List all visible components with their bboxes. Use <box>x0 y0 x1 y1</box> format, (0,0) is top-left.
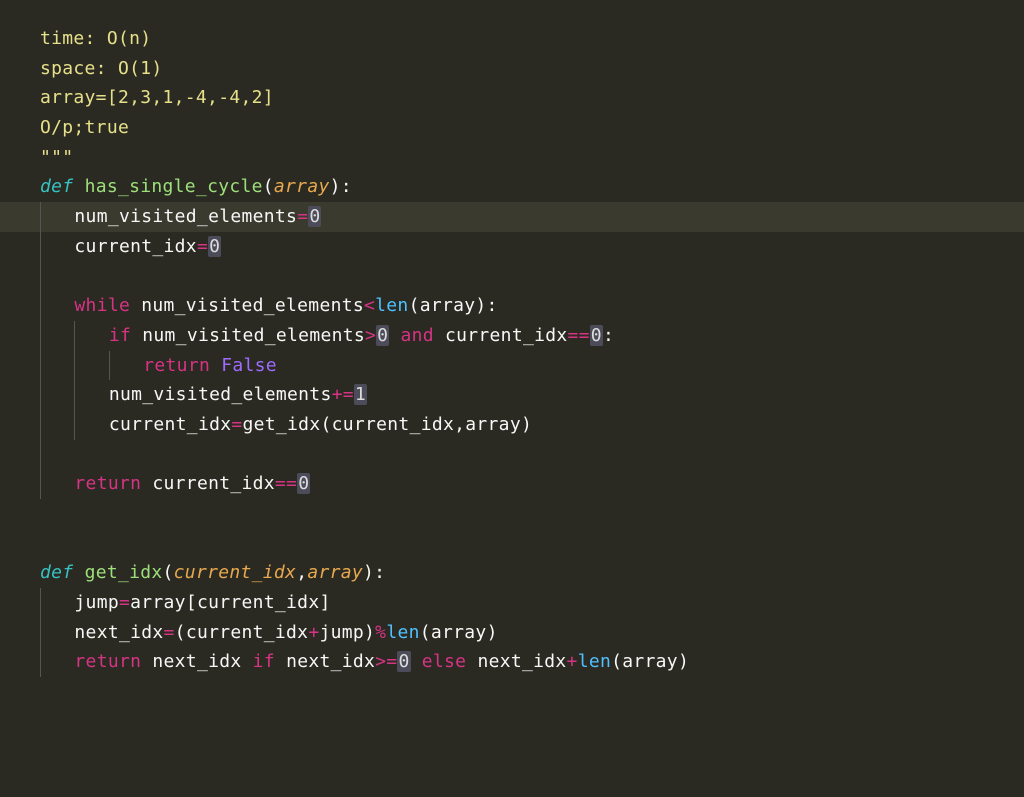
code-line: num_visited_elements+=1 <box>40 380 1004 410</box>
keyword-return: return <box>74 651 141 672</box>
builtin-len: len <box>375 295 408 316</box>
docstring-text: time: O(n) <box>40 28 151 49</box>
keyword-return: return <box>74 473 141 494</box>
func-def-line: def get_idx(current_idx,array): <box>40 558 1004 588</box>
keyword-return: return <box>143 355 210 376</box>
docstring-line: array=[2,3,1,-4,-4,2] <box>40 83 1004 113</box>
keyword-def: def <box>40 176 73 197</box>
code-line: return next_idx if next_idx>=0 else next… <box>40 647 1004 677</box>
op-plus: + <box>308 622 319 643</box>
docstring-line: O/p;true <box>40 113 1004 143</box>
func-name: has_single_cycle <box>85 176 263 197</box>
number-one: 1 <box>354 384 367 405</box>
number-zero: 0 <box>308 206 321 227</box>
code-line: next_idx=(current_idx+jump)%len(array) <box>40 618 1004 648</box>
ident-current-idx: current_idx <box>74 236 197 257</box>
func-def-line: def has_single_cycle(array): <box>40 172 1004 202</box>
op-lt: < <box>364 295 375 316</box>
keyword-while: while <box>74 295 130 316</box>
keyword-else: else <box>422 651 467 672</box>
op-eq: == <box>568 325 590 346</box>
docstring-line: space: O(1) <box>40 54 1004 84</box>
const-false: False <box>221 355 277 376</box>
param-current-idx: current_idx <box>174 562 297 583</box>
op-assign: = <box>297 206 308 227</box>
docstring-text: O/p;true <box>40 117 129 138</box>
op-gt: > <box>365 325 376 346</box>
number-zero: 0 <box>590 325 603 346</box>
number-zero: 0 <box>397 651 410 672</box>
op-ge: >= <box>375 651 397 672</box>
call-get-idx: get_idx <box>243 414 321 435</box>
code-line: if num_visited_elements>0 and current_id… <box>40 321 1004 351</box>
code-line: jump=array[current_idx] <box>40 588 1004 618</box>
ident-jump: jump <box>74 592 119 613</box>
docstring-close: """ <box>40 143 1004 173</box>
op-mod: % <box>375 622 386 643</box>
keyword-if: if <box>253 651 275 672</box>
code-line: current_idx=get_idx(current_idx,array) <box>40 410 1004 440</box>
docstring-line: time: O(n) <box>40 24 1004 54</box>
docstring-text: array=[2,3,1,-4,-4,2] <box>40 87 274 108</box>
number-zero: 0 <box>208 236 221 257</box>
blank-line <box>40 440 1004 470</box>
number-zero: 0 <box>297 473 310 494</box>
docstring-quotes: """ <box>40 147 73 168</box>
code-editor[interactable]: time: O(n) space: O(1) array=[2,3,1,-4,-… <box>40 24 1004 677</box>
func-name: get_idx <box>85 562 163 583</box>
builtin-len: len <box>386 622 419 643</box>
op-eq: == <box>275 473 297 494</box>
blank-line <box>40 529 1004 559</box>
ident-next-idx: next_idx <box>74 622 163 643</box>
ident-num-visited: num_visited_elements <box>74 206 297 227</box>
op-assign: = <box>197 236 208 257</box>
blank-line <box>40 499 1004 529</box>
blank-line <box>40 262 1004 292</box>
op-plus-assign: += <box>332 384 354 405</box>
code-line: return False <box>40 351 1004 381</box>
param-array: array <box>307 562 363 583</box>
keyword-and: and <box>400 325 433 346</box>
keyword-def: def <box>40 562 73 583</box>
active-line: num_visited_elements=0 <box>0 202 1024 232</box>
code-line: current_idx=0 <box>40 232 1004 262</box>
number-zero: 0 <box>376 325 389 346</box>
docstring-text: space: O(1) <box>40 58 163 79</box>
code-line: return current_idx==0 <box>40 469 1004 499</box>
param-array: array <box>274 176 330 197</box>
code-line: while num_visited_elements<len(array): <box>40 291 1004 321</box>
keyword-if: if <box>109 325 131 346</box>
op-plus: + <box>567 651 578 672</box>
builtin-len: len <box>578 651 611 672</box>
